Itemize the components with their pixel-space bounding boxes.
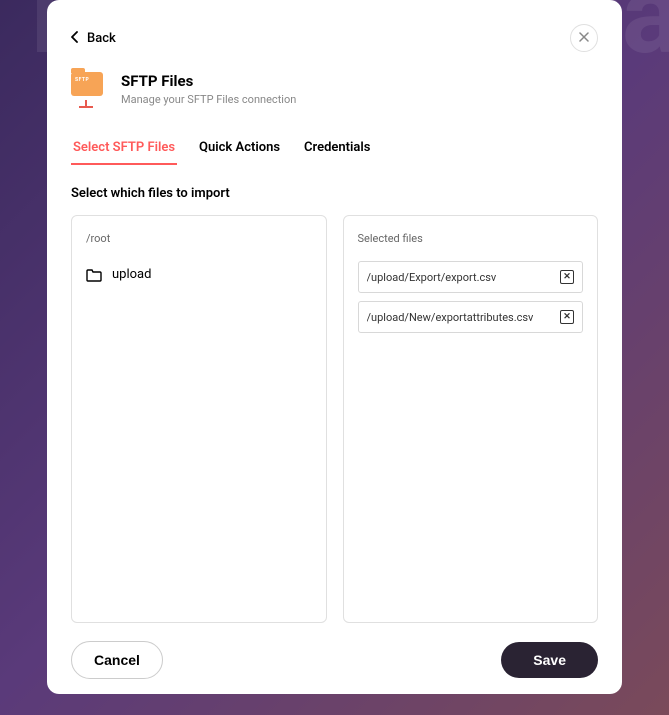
chevron-left-icon bbox=[71, 31, 79, 46]
title-text: SFTP Files Manage your SFTP Files connec… bbox=[121, 72, 296, 106]
close-button[interactable] bbox=[570, 24, 598, 52]
folder-item[interactable]: upload bbox=[86, 261, 312, 288]
back-button[interactable]: Back bbox=[71, 31, 116, 46]
panels: /root upload Selected files /upload/Expo… bbox=[71, 215, 598, 623]
file-browser-panel: /root upload bbox=[71, 215, 327, 623]
tab-credentials[interactable]: Credentials bbox=[302, 132, 372, 165]
modal-subtitle: Manage your SFTP Files connection bbox=[121, 93, 296, 106]
tabs: Select SFTP Files Quick Actions Credenti… bbox=[71, 132, 598, 166]
current-path: /root bbox=[86, 232, 312, 245]
tab-select-sftp-files[interactable]: Select SFTP Files bbox=[71, 132, 177, 165]
selected-file-path: /upload/Export/export.csv bbox=[367, 271, 497, 284]
close-icon bbox=[579, 30, 589, 46]
selected-files-panel: Selected files /upload/Export/export.csv… bbox=[343, 215, 599, 623]
folder-name: upload bbox=[112, 267, 151, 282]
selected-file-row: /upload/Export/export.csv ✕ bbox=[358, 261, 584, 293]
title-section: SFTP SFTP Files Manage your SFTP Files c… bbox=[71, 72, 598, 108]
modal-title: SFTP Files bbox=[121, 72, 296, 90]
remove-file-button[interactable]: ✕ bbox=[560, 310, 574, 324]
selected-file-row: /upload/New/exportattributes.csv ✕ bbox=[358, 301, 584, 333]
selected-file-path: /upload/New/exportattributes.csv bbox=[367, 311, 534, 324]
back-label: Back bbox=[87, 31, 116, 46]
remove-file-button[interactable]: ✕ bbox=[560, 270, 574, 284]
save-button[interactable]: Save bbox=[501, 642, 598, 678]
instruction-text: Select which files to import bbox=[71, 186, 598, 201]
cancel-button[interactable]: Cancel bbox=[71, 641, 163, 679]
sftp-icon-label: SFTP bbox=[75, 77, 89, 83]
folder-icon bbox=[86, 268, 102, 282]
footer-buttons: Cancel Save bbox=[71, 641, 598, 679]
selected-files-label: Selected files bbox=[358, 232, 584, 245]
modal-header: Back bbox=[71, 24, 598, 52]
x-icon: ✕ bbox=[563, 272, 571, 282]
modal-dialog: Back SFTP SFTP Files Manage your SFTP Fi… bbox=[47, 0, 622, 694]
sftp-icon: SFTP bbox=[71, 72, 107, 108]
tab-quick-actions[interactable]: Quick Actions bbox=[197, 132, 282, 165]
x-icon: ✕ bbox=[563, 312, 571, 322]
